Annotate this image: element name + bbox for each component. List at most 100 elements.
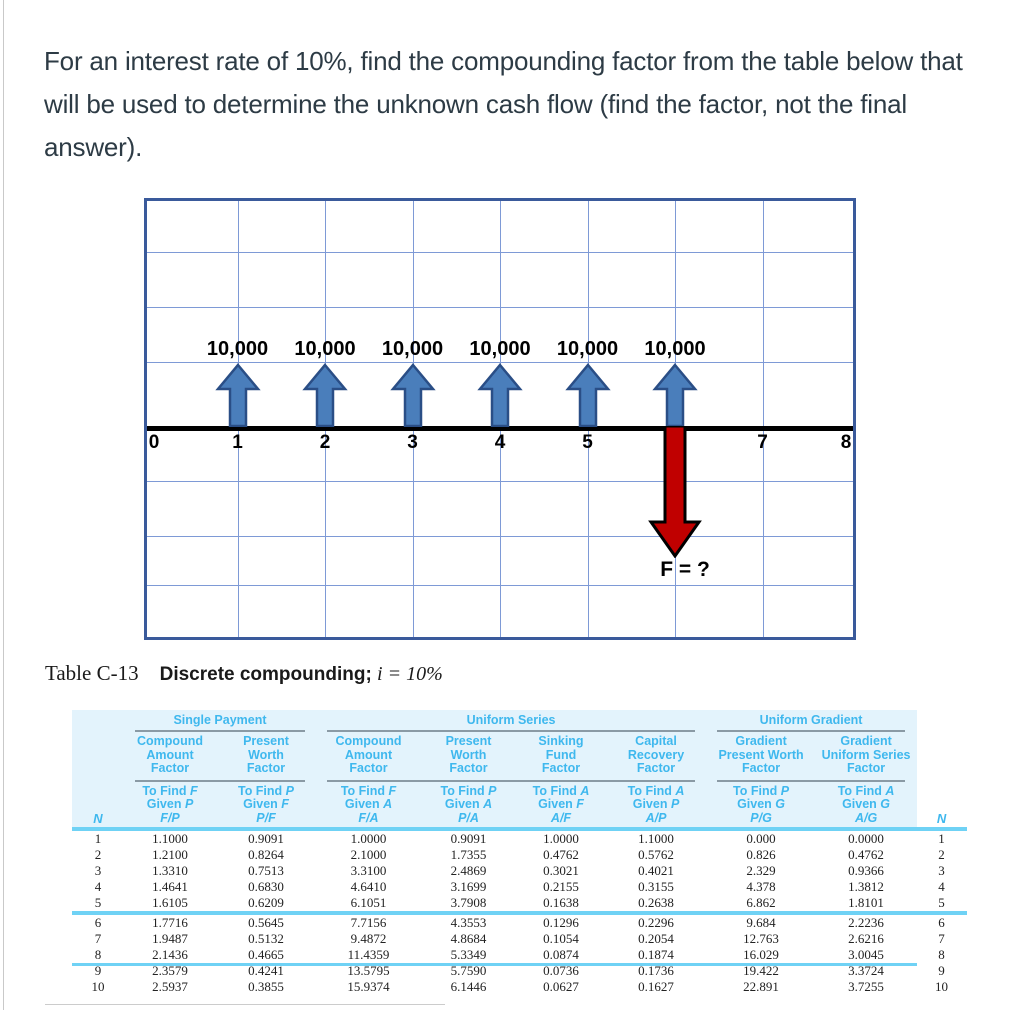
rule-line bbox=[135, 779, 305, 782]
factor-name-6: Capital Recovery Factor bbox=[606, 733, 706, 779]
cell-n2-col8: 0.4762 bbox=[848, 847, 884, 862]
cell-n10-col2: 0.3855 bbox=[248, 979, 284, 994]
factor-name-7: Gradient Present Worth Factor bbox=[706, 733, 816, 779]
rule-line bbox=[327, 730, 696, 732]
cell-n6-col1: 1.7716 bbox=[152, 915, 188, 930]
cell-n1-col2: 0.9091 bbox=[248, 831, 284, 846]
rule-line bbox=[717, 779, 906, 782]
factor-find-given-8: To Find A Given G A/G bbox=[816, 783, 916, 828]
page-footer-rule bbox=[45, 1004, 445, 1005]
cell-n1-col8: 0.0000 bbox=[848, 831, 884, 846]
find-text: To Find F bbox=[142, 783, 198, 798]
time-axis-tick-3: 3 bbox=[407, 432, 418, 453]
cell-n6-col2: 0.5645 bbox=[248, 915, 284, 930]
factor-find-given-5: To Find A Given F A/F bbox=[516, 783, 606, 828]
factor-name-line: Factor bbox=[541, 761, 581, 775]
table-caption-math: i = 10% bbox=[377, 663, 443, 685]
cell-n8-col3: 11.4359 bbox=[347, 947, 390, 962]
ratio-text: P/A bbox=[458, 810, 479, 825]
find-text: To Find A bbox=[627, 783, 685, 798]
cash-inflow-arrow-period-6 bbox=[652, 363, 698, 427]
factor-table-header: Single Payment Uniform Series Uniform Grad… bbox=[72, 710, 968, 831]
factor-name-line: Present bbox=[445, 734, 492, 748]
gridline-horizontal bbox=[147, 585, 853, 586]
unknown-future-value-arrow bbox=[648, 426, 702, 558]
table-caption-label: Table C-13 bbox=[45, 661, 139, 685]
cash-inflow-amount-period-2: 10,000 bbox=[294, 338, 356, 360]
factor-name-line: Factor bbox=[150, 761, 190, 775]
rule-line bbox=[135, 730, 305, 732]
row-n-left: 2 bbox=[94, 847, 102, 862]
cell-n4-col4: 3.1699 bbox=[450, 879, 487, 894]
factor-name-line: Factor bbox=[741, 761, 781, 775]
ratio-text: F/P bbox=[160, 810, 180, 825]
cell-n1-col1: 1.1000 bbox=[152, 831, 188, 846]
factor-find-given-row: N To Find F Given P F/P To Find P Given F P/F T… bbox=[72, 783, 967, 828]
table-row: 4 1.4641 0.6830 4.6410 3.1699 0.2155 0.3155 4.3… bbox=[72, 879, 967, 895]
given-text: Given A bbox=[444, 797, 493, 811]
cell-n10-col6: 0.1627 bbox=[638, 979, 674, 994]
group-spacer bbox=[72, 710, 124, 729]
given-text: Given G bbox=[737, 797, 786, 811]
factor-find-given-1: To Find F Given P F/P bbox=[124, 783, 216, 828]
group-spacer-right bbox=[916, 710, 967, 729]
find-text: To Find F bbox=[340, 783, 397, 798]
row-n-left: 6 bbox=[94, 915, 102, 930]
cell-n8-col6: 0.1874 bbox=[638, 947, 674, 962]
cell-n5-col4: 3.7908 bbox=[450, 895, 487, 910]
cell-n7-col1: 1.9487 bbox=[152, 931, 188, 946]
cell-n2-col2: 0.8264 bbox=[248, 847, 284, 862]
factor-table-body-table: 1 1.1000 0.9091 1.0000 0.9091 1.0000 1.1000 0.0… bbox=[72, 831, 967, 995]
column-header-n-right: N bbox=[916, 783, 967, 828]
factor-name-line: Uniform Series bbox=[821, 747, 911, 762]
cell-n8-col4: 5.3349 bbox=[450, 947, 487, 962]
factor-name-line: Fund bbox=[545, 747, 577, 762]
cell-n8-col7: 16.029 bbox=[743, 947, 779, 962]
cell-n8-col8: 3.0045 bbox=[848, 947, 884, 962]
cell-n6-col5: 0.1296 bbox=[543, 915, 579, 930]
table-row: 5 1.6105 0.6209 6.1051 3.7908 0.1638 0.2638 6.8… bbox=[72, 895, 967, 911]
cell-n3-col6: 0.4021 bbox=[638, 863, 674, 878]
table-row: 6 1.7716 0.5645 7.7156 4.3553 0.1296 0.2296 9.6… bbox=[72, 915, 967, 931]
cell-n2-col3: 2.1000 bbox=[350, 847, 387, 862]
row-n-right: 4 bbox=[938, 879, 945, 894]
gridline-horizontal bbox=[147, 536, 853, 537]
cash-inflow-arrow-period-1 bbox=[214, 363, 261, 427]
cell-n7-col6: 0.2054 bbox=[638, 931, 674, 946]
cell-n3-col7: 2.329 bbox=[746, 863, 776, 878]
time-axis-tick-2: 2 bbox=[319, 432, 331, 453]
table-row: 1 1.1000 0.9091 1.0000 0.9091 1.0000 1.1000 0.0… bbox=[72, 831, 967, 847]
unknown-value-label: F = ? bbox=[660, 558, 710, 581]
cell-n10-col8: 3.7255 bbox=[848, 979, 884, 994]
cell-n1-col7: 0.000 bbox=[746, 831, 776, 846]
header-bottom-rule-row bbox=[72, 827, 968, 831]
row-n-right: 8 bbox=[938, 947, 945, 962]
factor-name-line: Compound bbox=[335, 734, 402, 748]
cell-n6-col4: 4.3553 bbox=[450, 915, 487, 930]
row-n-right: 6 bbox=[938, 915, 945, 930]
ratio-text: P/G bbox=[750, 810, 772, 825]
cell-n3-col1: 1.3310 bbox=[152, 863, 188, 878]
cell-n6-col3: 7.7156 bbox=[350, 915, 387, 930]
table-row: 3 1.3310 0.7513 3.3100 2.4869 0.3021 0.4021 2.3… bbox=[72, 863, 967, 879]
given-text: Given P bbox=[632, 797, 680, 811]
find-text: To Find A bbox=[532, 783, 590, 798]
factor-name-line: Gradient bbox=[840, 734, 892, 748]
name-spacer bbox=[72, 733, 124, 779]
factor-name-5: Sinking Fund Factor bbox=[516, 733, 606, 779]
cell-n4-col3: 4.6410 bbox=[350, 879, 387, 894]
n-header-text: N bbox=[93, 810, 103, 826]
table-row: 2 1.2100 0.8264 2.1000 1.7355 0.4762 0.5762 0.8… bbox=[72, 847, 967, 863]
cell-n1-col5: 1.0000 bbox=[543, 831, 579, 846]
factor-name-line: Capital bbox=[635, 734, 677, 748]
factor-name-3: Compound Amount Factor bbox=[316, 733, 421, 779]
row-n-right: 1 bbox=[938, 831, 945, 846]
factor-group-single-payment: Single Payment bbox=[173, 713, 267, 727]
factor-find-given-2: To Find P Given F P/F bbox=[216, 783, 316, 828]
cell-n5-col1: 1.6105 bbox=[152, 895, 188, 910]
time-axis-tick-0: 0 bbox=[148, 432, 160, 453]
factor-name-line: Worth bbox=[248, 747, 284, 762]
cell-n5-col8: 1.8101 bbox=[848, 895, 884, 910]
time-axis-tick-4: 4 bbox=[494, 432, 506, 453]
cell-n2-col7: 0.826 bbox=[746, 847, 776, 862]
